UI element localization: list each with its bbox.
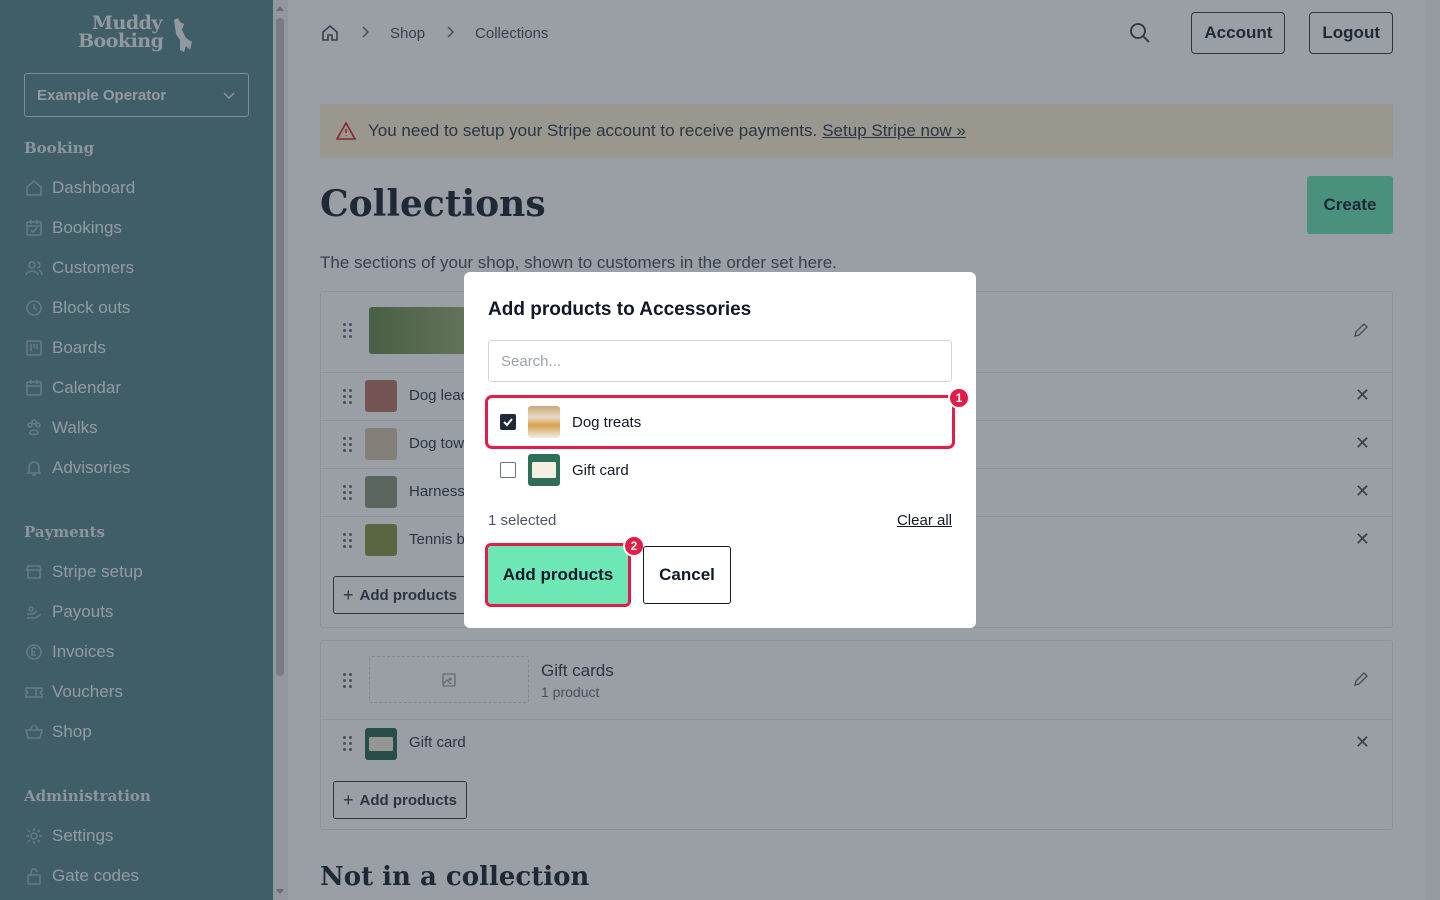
checkbox-checked[interactable] <box>500 414 516 430</box>
product-image <box>528 454 560 486</box>
product-option-dog-treats[interactable]: Dog treats <box>485 395 955 449</box>
product-image <box>528 406 560 438</box>
product-search-input[interactable] <box>488 340 952 382</box>
selected-count: 1 selected <box>488 512 557 529</box>
product-option-label: Gift card <box>572 461 629 479</box>
confirm-add-products-button[interactable]: Add products <box>485 543 631 607</box>
step-badge-2: 2 <box>623 535 645 557</box>
step-badge-1: 1 <box>948 387 970 409</box>
add-products-modal: Add products to Accessories Dog treats 1… <box>464 272 976 628</box>
checkbox-unchecked[interactable] <box>500 462 516 478</box>
product-option-gift-card[interactable]: Gift card <box>488 446 952 494</box>
clear-all-link[interactable]: Clear all <box>897 512 952 529</box>
modal-title: Add products to Accessories <box>488 299 752 320</box>
product-option-label: Dog treats <box>572 413 642 431</box>
check-icon <box>503 418 513 427</box>
cancel-button[interactable]: Cancel <box>643 546 731 604</box>
